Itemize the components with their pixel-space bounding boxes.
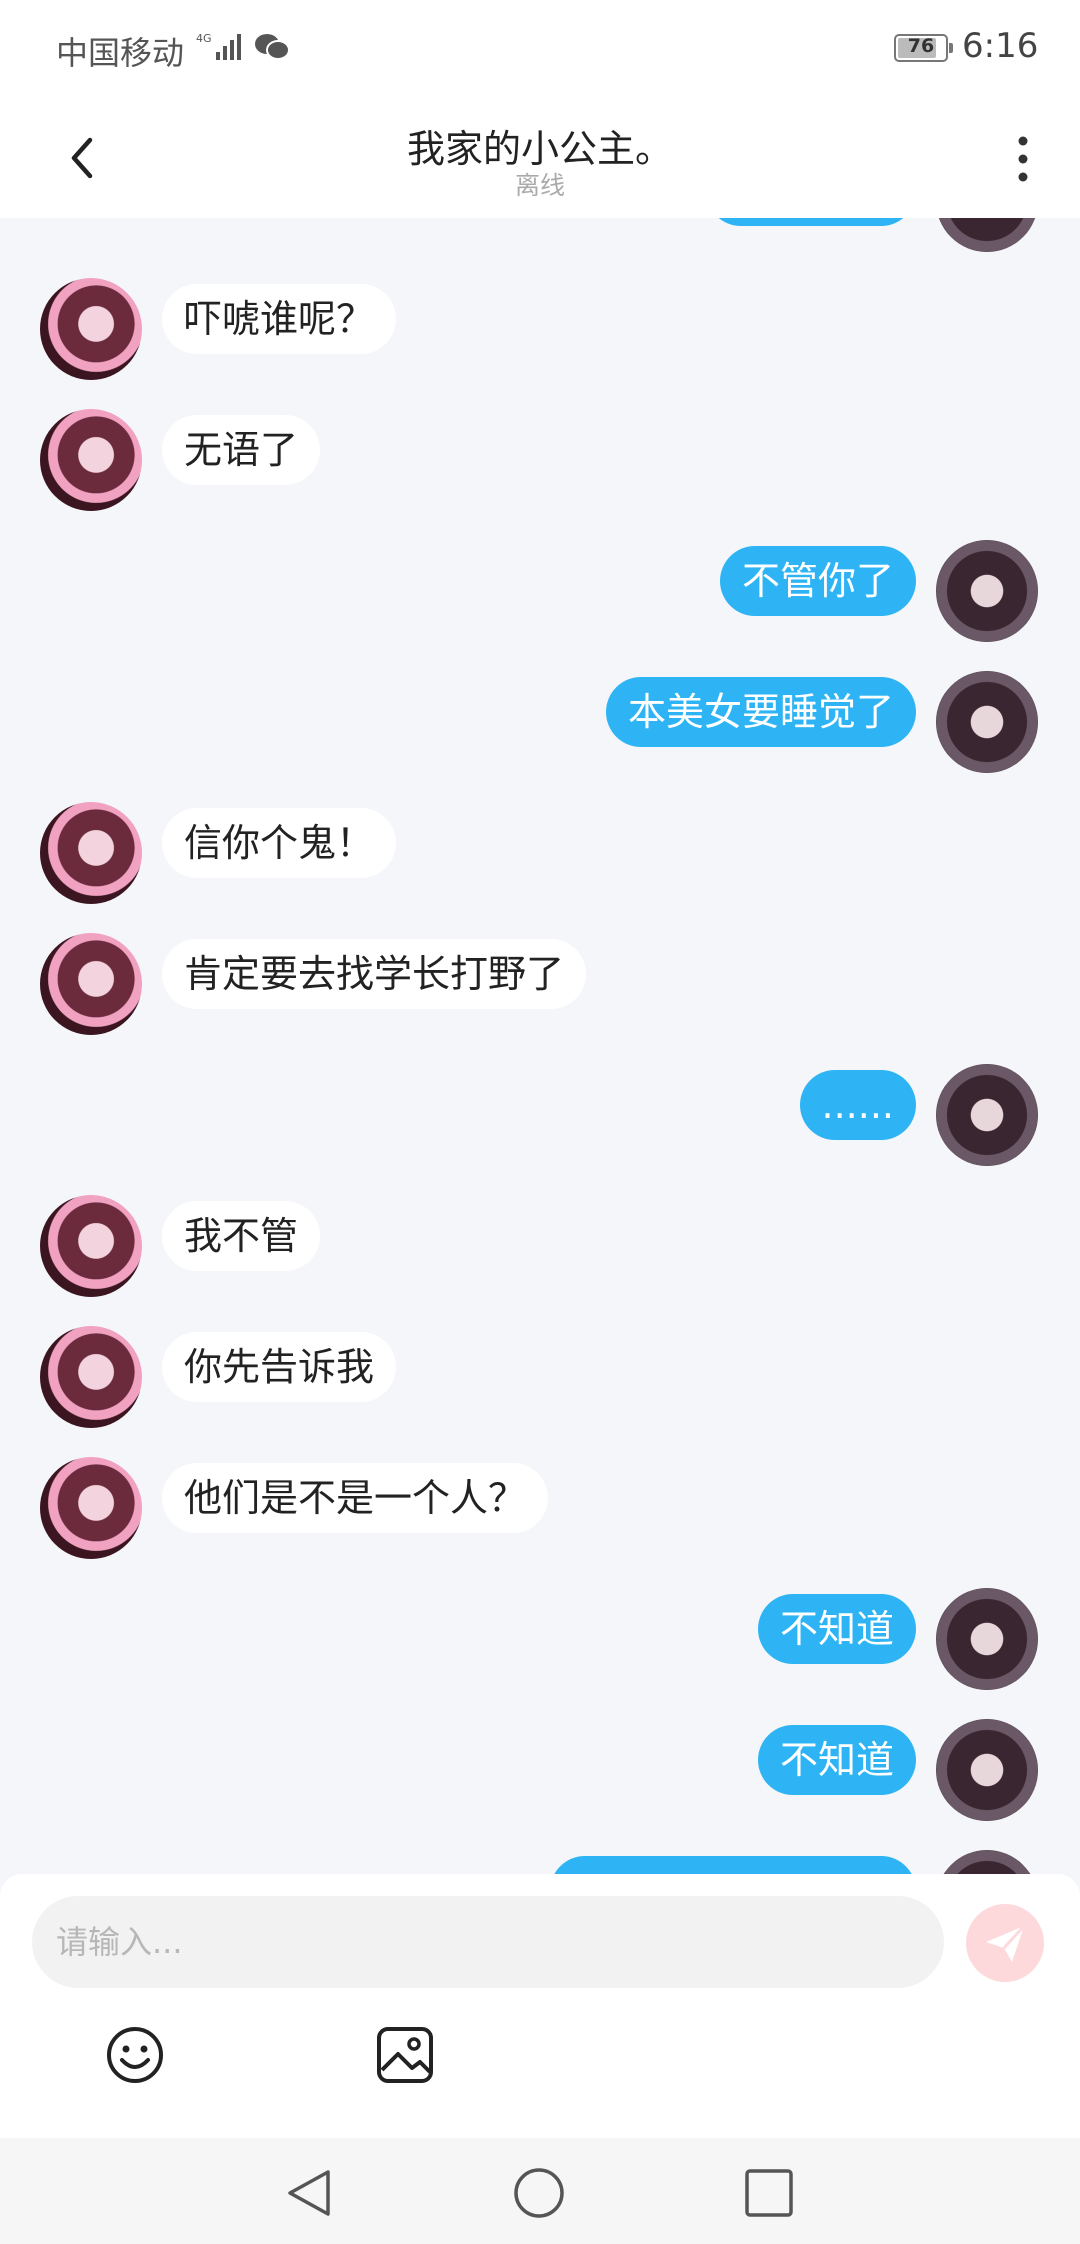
message-bubble[interactable]: 不知道 (757, 1594, 916, 1664)
message-row: 信你个鬼！ (0, 802, 1080, 910)
system-nav-bar (0, 2138, 1080, 2244)
message-row: 本美女要睡觉了 (0, 671, 1080, 779)
message-bubble (550, 1856, 916, 1874)
message-bubble[interactable]: 你先告诉我 (162, 1332, 397, 1402)
avatar[interactable] (936, 1850, 1038, 1874)
message-input[interactable] (32, 1896, 944, 1988)
avatar[interactable] (936, 540, 1038, 642)
send-icon (986, 1924, 1026, 1962)
message-bubble[interactable]: 吓唬谁呢？ (162, 284, 397, 354)
message-row: 肯定要去找学长打野了 (0, 933, 1080, 1041)
message-bubble[interactable]: ...... (799, 1070, 916, 1140)
message-bubble[interactable]: 信你个鬼！ (162, 808, 397, 878)
status-bar: 中国移动 4G 76 6:16 (0, 0, 1080, 96)
nav-home-icon[interactable] (512, 2166, 566, 2220)
avatar[interactable] (40, 278, 142, 380)
message-row: 我不管 (0, 1195, 1080, 1303)
chat-header: 我家的小公主。 离线 (0, 96, 1080, 218)
message-list[interactable]: 吓唬谁呢？ 无语了 不管你了 本美女要睡觉了 信你个鬼！ 肯定要去找学长打野了 … (0, 218, 1080, 1874)
message-row: ...... (0, 1064, 1080, 1172)
avatar[interactable] (40, 1457, 142, 1559)
message-bubble[interactable]: 不管你了 (719, 546, 916, 616)
avatar[interactable] (936, 1588, 1038, 1690)
avatar[interactable] (40, 933, 142, 1035)
message-bubble[interactable]: 我不管 (162, 1201, 321, 1271)
avatar[interactable] (936, 1064, 1038, 1166)
message-bubble[interactable]: 本美女要睡觉了 (605, 677, 916, 747)
carrier-label: 中国移动 (56, 34, 185, 72)
nav-back-icon[interactable] (282, 2166, 336, 2220)
send-button[interactable] (966, 1904, 1044, 1982)
message-bubble[interactable]: 不知道 (757, 1725, 916, 1795)
message-composer (0, 1874, 1080, 2138)
message-bubble[interactable]: 他们是不是一个人？ (162, 1463, 549, 1533)
battery-icon: 76 (894, 34, 953, 62)
avatar[interactable] (936, 1719, 1038, 1821)
message-row: 无语了 (0, 409, 1080, 517)
image-icon[interactable] (374, 2024, 436, 2086)
clock: 6:16 (962, 26, 1039, 66)
message-bubble (706, 218, 916, 226)
online-status: 离线 (514, 171, 565, 200)
avatar[interactable] (936, 671, 1038, 773)
message-row: 不知道 (0, 1719, 1080, 1827)
message-bubble[interactable]: 肯定要去找学长打野了 (162, 939, 587, 1009)
avatar[interactable] (40, 1195, 142, 1297)
message-row: 不管你了 (0, 540, 1080, 648)
avatar[interactable] (40, 1326, 142, 1428)
message-row: 不知道 (0, 1588, 1080, 1696)
battery-level: 76 (907, 35, 935, 57)
message-partial-bottom (0, 1850, 1080, 1874)
emoji-icon[interactable] (104, 2024, 166, 2086)
message-row: 你先告诉我 (0, 1326, 1080, 1434)
avatar[interactable] (936, 218, 1038, 252)
page-title: 我家的小公主。 (406, 127, 673, 171)
message-row: 他们是不是一个人？ (0, 1457, 1080, 1565)
avatar[interactable] (40, 409, 142, 511)
avatar[interactable] (40, 802, 142, 904)
more-vertical-icon[interactable] (1008, 134, 1038, 184)
message-bubble[interactable]: 无语了 (162, 415, 321, 485)
nav-recents-icon[interactable] (742, 2166, 796, 2220)
wechat-icon (254, 32, 290, 66)
signal-icon: 4G (196, 30, 246, 68)
message-row: 吓唬谁呢？ (0, 278, 1080, 386)
message-partial-top (0, 218, 1080, 258)
network-label: 4G (196, 32, 212, 45)
